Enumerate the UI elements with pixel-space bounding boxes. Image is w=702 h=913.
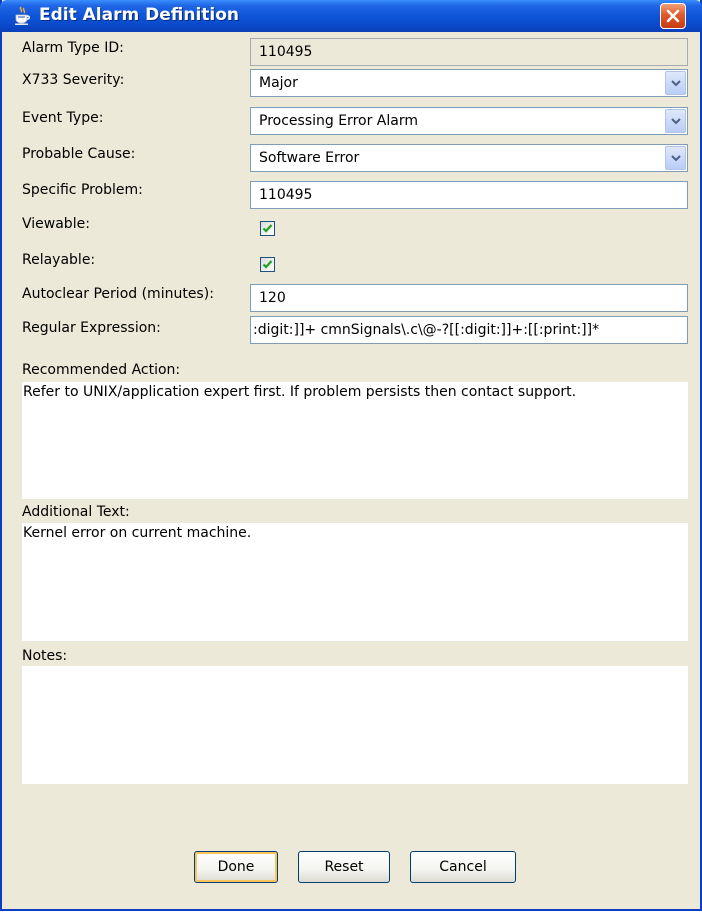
java-cup-icon: [12, 6, 32, 26]
x733-severity-dropdown-button[interactable]: [665, 71, 686, 95]
specific-problem-input[interactable]: 110495: [250, 181, 688, 209]
additional-text-label: Additional Text:: [22, 504, 130, 520]
relayable-checkbox[interactable]: [260, 257, 275, 272]
title-bar[interactable]: Edit Alarm Definition: [0, 0, 702, 32]
x733-severity-select[interactable]: Major: [250, 69, 688, 97]
cancel-button[interactable]: Cancel: [410, 851, 516, 883]
edit-alarm-dialog: Edit Alarm Definition Alarm Type ID: 110…: [0, 0, 702, 911]
close-button[interactable]: [660, 3, 686, 29]
relayable-label: Relayable:: [22, 252, 96, 268]
chevron-down-icon: [671, 80, 681, 87]
notes-textarea[interactable]: [22, 666, 688, 784]
autoclear-period-input[interactable]: 120: [250, 284, 688, 312]
event-type-dropdown-button[interactable]: [665, 109, 686, 133]
probable-cause-label: Probable Cause:: [22, 146, 136, 162]
checkmark-icon: [262, 260, 273, 269]
viewable-checkbox[interactable]: [260, 221, 275, 236]
probable-cause-value: Software Error: [259, 150, 360, 166]
close-icon: [666, 9, 680, 23]
event-type-value: Processing Error Alarm: [259, 113, 418, 129]
recommended-action-label: Recommended Action:: [22, 362, 181, 378]
window-title: Edit Alarm Definition: [39, 5, 240, 25]
autoclear-period-label: Autoclear Period (minutes):: [22, 286, 214, 302]
x733-severity-label: X733 Severity:: [22, 72, 125, 88]
alarm-type-id-label: Alarm Type ID:: [22, 40, 124, 56]
recommended-action-textarea[interactable]: Refer to UNIX/application expert first. …: [22, 382, 688, 499]
viewable-label: Viewable:: [22, 216, 90, 232]
regular-expression-label: Regular Expression:: [22, 320, 161, 336]
probable-cause-select[interactable]: Software Error: [250, 144, 688, 172]
checkmark-icon: [262, 224, 273, 233]
event-type-select[interactable]: Processing Error Alarm: [250, 107, 688, 135]
done-button[interactable]: Done: [194, 851, 278, 883]
x733-severity-value: Major: [259, 75, 298, 91]
specific-problem-label: Specific Problem:: [22, 182, 143, 198]
chevron-down-icon: [671, 155, 681, 162]
reset-button[interactable]: Reset: [298, 851, 390, 883]
regular-expression-input[interactable]: :digit:]]+ cmnSignals\.c\@-?[[:digit:]]+…: [250, 316, 688, 344]
probable-cause-dropdown-button[interactable]: [665, 146, 686, 170]
chevron-down-icon: [671, 118, 681, 125]
alarm-type-id-field: 110495: [250, 38, 688, 66]
event-type-label: Event Type:: [22, 110, 104, 126]
additional-text-textarea[interactable]: Kernel error on current machine.: [22, 523, 688, 641]
notes-label: Notes:: [22, 648, 68, 664]
